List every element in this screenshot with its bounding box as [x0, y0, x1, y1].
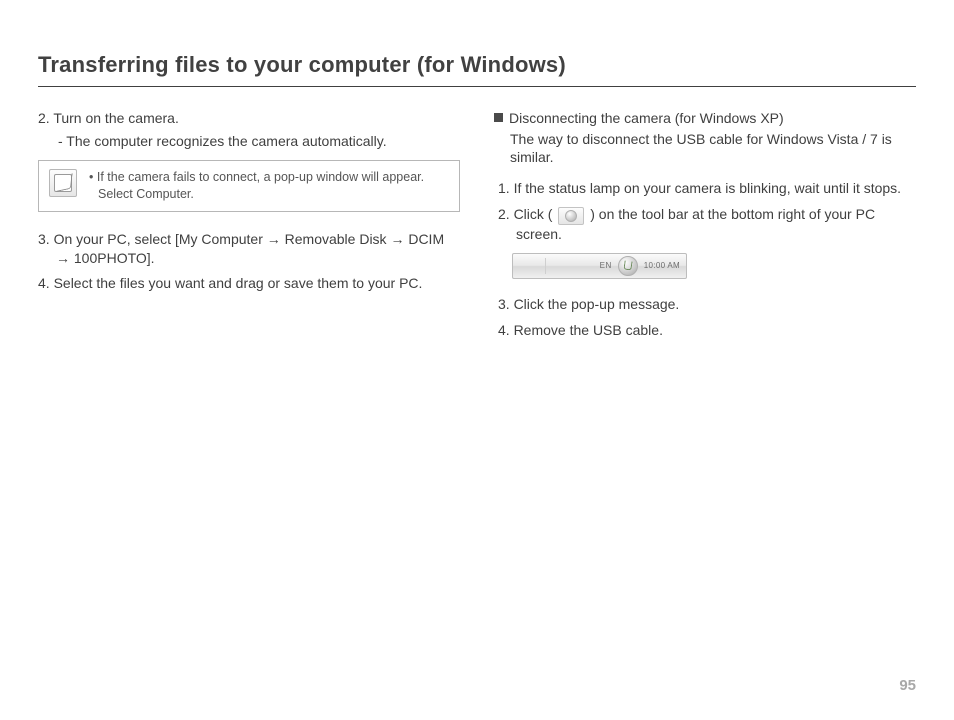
square-bullet-icon [494, 113, 503, 122]
right-step-3: 3. Click the pop-up message. [498, 295, 916, 314]
left-step-2: 2. Turn on the camera. [38, 109, 460, 128]
left-step-2-sub: - The computer recognizes the camera aut… [38, 132, 460, 151]
section-header: Disconnecting the camera (for Windows XP… [494, 109, 916, 128]
tip-text: • If the camera fails to connect, a pop-… [89, 169, 449, 203]
content-columns: 2. Turn on the camera. - The computer re… [38, 109, 916, 348]
left-column: 2. Turn on the camera. - The computer re… [38, 109, 460, 348]
right-step-2a: 2. Click ( [498, 206, 552, 222]
section-description: The way to disconnect the USB cable for … [494, 130, 916, 168]
right-step-2: 2. Click ( ) on the tool bar at the bott… [498, 205, 916, 243]
taskbar-illustration: EN 10:00 AM [512, 253, 687, 279]
taskbar-remove-hardware-icon [618, 256, 638, 276]
note-icon [49, 169, 77, 197]
right-column: Disconnecting the camera (for Windows XP… [494, 109, 916, 348]
left-step-4: 4. Select the files you want and drag or… [38, 274, 460, 293]
safely-remove-hardware-icon [558, 207, 584, 225]
section-title: Disconnecting the camera (for Windows XP… [509, 109, 784, 128]
page-title: Transferring files to your computer (for… [38, 50, 916, 87]
right-steps: 1. If the status lamp on your camera is … [494, 179, 916, 340]
right-step-1: 1. If the status lamp on your camera is … [498, 179, 916, 198]
page-number: 95 [899, 676, 916, 696]
right-step-4: 4. Remove the USB cable. [498, 321, 916, 340]
left-step-3: 3. On your PC, select [My Computer → Rem… [38, 230, 460, 268]
taskbar-clock: 10:00 AM [644, 261, 680, 272]
tip-box: • If the camera fails to connect, a pop-… [38, 160, 460, 212]
taskbar-lang-label: EN [600, 261, 612, 272]
